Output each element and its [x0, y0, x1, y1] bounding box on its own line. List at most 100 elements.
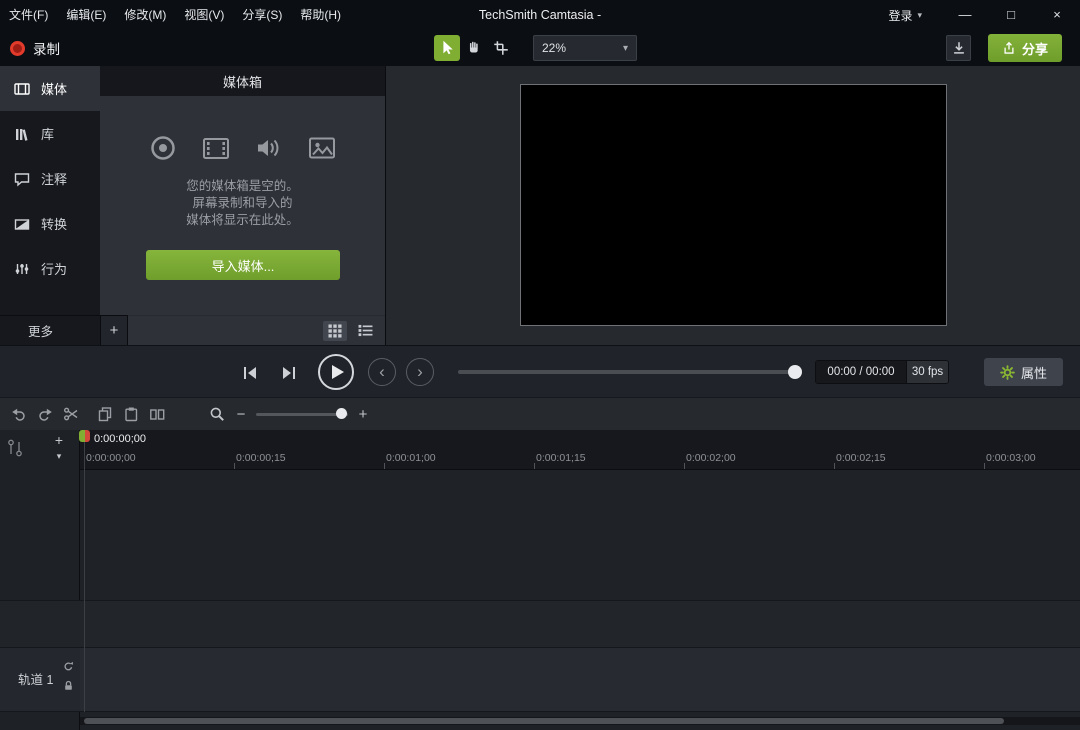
film-strip-icon [201, 133, 231, 163]
track-header-spacer [0, 600, 80, 647]
paste-button[interactable] [118, 401, 144, 427]
pan-tool-button[interactable] [461, 35, 487, 61]
ruler-tick [534, 463, 535, 469]
share-icon [1002, 41, 1016, 55]
download-button[interactable] [946, 35, 971, 61]
media-icon [13, 80, 31, 98]
import-media-button[interactable]: 导入媒体... [146, 250, 340, 280]
record-label: 录制 [33, 38, 60, 58]
track-tools-icon[interactable] [6, 437, 24, 459]
sidebar-item-label: 转换 [41, 214, 67, 233]
timeline-tracks-area[interactable] [80, 470, 1080, 717]
record-button[interactable]: 录制 [10, 30, 60, 66]
undo-button[interactable] [6, 401, 32, 427]
playhead-out-marker[interactable] [85, 430, 90, 442]
track1-header[interactable]: 轨道 1 [0, 647, 80, 712]
ruler-tick [234, 463, 235, 469]
sidebar-more-button[interactable]: 更多 [0, 315, 100, 345]
track-loop-icon[interactable] [63, 661, 74, 672]
seek-slider-track[interactable] [458, 370, 800, 374]
track1-lane[interactable] [80, 647, 1080, 712]
sidebar-item-transitions[interactable]: 转换 [0, 201, 100, 246]
ruler-label: 0:00:02;15 [836, 452, 886, 464]
timeline-scrollbar[interactable] [80, 717, 1080, 725]
caret-down-icon: ▾ [917, 10, 922, 21]
playhead-time-label: 0:00:00;00 [94, 433, 146, 445]
annotation-icon [13, 170, 31, 188]
previous-frame-button[interactable] [238, 361, 262, 385]
add-track-button[interactable]: + [50, 432, 68, 449]
panel-bottom-strip: 更多 + [0, 315, 385, 345]
track1-label: 轨道 1 [18, 648, 53, 713]
cursor-tool-button[interactable] [434, 35, 460, 61]
timeline-zoom-track[interactable] [256, 413, 348, 416]
sidebar-item-library[interactable]: 库 [0, 111, 100, 156]
track-lane-empty[interactable] [80, 600, 1080, 647]
menu-share[interactable]: 分享(S) [233, 0, 291, 30]
sidebar-item-label: 行为 [41, 259, 67, 278]
share-label: 分享 [1022, 39, 1048, 58]
record-circle-icon [148, 133, 178, 163]
track-options-button[interactable]: ▾ [50, 449, 68, 463]
library-icon [13, 125, 31, 143]
next-frame-button[interactable] [277, 361, 301, 385]
gear-icon [1000, 365, 1015, 380]
sidebar-item-annotations[interactable]: 注释 [0, 156, 100, 201]
menu-view[interactable]: 视图(V) [175, 0, 233, 30]
ruler-label: 0:00:01;00 [386, 452, 436, 464]
copy-button[interactable] [92, 401, 118, 427]
previous-clip-button[interactable]: ‹ [368, 358, 396, 386]
properties-button[interactable]: 属性 [984, 358, 1063, 386]
zoom-level-select[interactable]: 22% ▾ [533, 35, 637, 61]
cut-button[interactable] [58, 401, 84, 427]
playhead-handle[interactable] [79, 430, 90, 442]
copy-icon [97, 406, 113, 422]
timeline-zoom-thumb[interactable] [336, 408, 347, 419]
menu-modify[interactable]: 修改(M) [115, 0, 175, 30]
signin-button[interactable]: 登录 ▾ [888, 7, 922, 24]
chevron-right-icon: › [417, 359, 423, 385]
main-toolbar: 录制 [0, 30, 1080, 66]
menu-help[interactable]: 帮助(H) [291, 0, 350, 30]
menu-file[interactable]: 文件(F) [0, 0, 57, 30]
seek-slider[interactable] [458, 368, 800, 376]
time-display-box: 00:00 / 00:00 30 fps [815, 360, 949, 384]
timeline-zoom-in-button[interactable]: + [352, 401, 374, 427]
menu-edit[interactable]: 编辑(E) [57, 0, 115, 30]
timeline-zoom-out-button[interactable]: − [230, 401, 252, 427]
seek-slider-thumb[interactable] [788, 365, 802, 379]
track-lock-icon[interactable] [63, 680, 74, 691]
ruler-tick [984, 463, 985, 469]
timeline-ruler[interactable]: 0:00:00;00 0:00:00;15 0:00:01;00 0:00:01… [80, 430, 1080, 470]
maximize-button[interactable]: □ [988, 0, 1034, 30]
ruler-label: 0:00:03;00 [986, 452, 1036, 464]
zoom-level-value: 22% [542, 41, 566, 55]
media-bin-empty-icons [100, 133, 385, 163]
timeline-zoom-button[interactable] [204, 401, 230, 427]
cursor-arrow-icon [438, 39, 456, 57]
next-clip-button[interactable]: › [406, 358, 434, 386]
timeline-scrollbar-handle[interactable] [84, 718, 1004, 724]
ruler-tick [384, 463, 385, 469]
grid-view-button[interactable] [323, 321, 347, 341]
sidebar: 媒体 库 注释 [0, 66, 100, 345]
redo-button[interactable] [32, 401, 58, 427]
empty-text-line: 屏幕录制和导入的 [100, 195, 385, 212]
play-button[interactable] [318, 354, 354, 390]
timeline-zoom-slider[interactable] [256, 409, 348, 419]
minimize-button[interactable]: — [942, 0, 988, 30]
crop-tool-button[interactable] [488, 35, 514, 61]
current-time-display: 00:00 / 00:00 [816, 361, 906, 383]
split-button[interactable] [144, 401, 170, 427]
share-button[interactable]: 分享 [988, 34, 1062, 62]
close-button[interactable]: × [1034, 0, 1080, 30]
behaviors-icon [13, 260, 31, 278]
sidebar-item-behaviors[interactable]: 行为 [0, 246, 100, 291]
ruler-label: 0:00:02;00 [686, 452, 736, 464]
track1-icons [63, 661, 74, 691]
add-panel-button[interactable]: + [100, 315, 128, 345]
sidebar-item-media[interactable]: 媒体 [0, 66, 100, 111]
titlebar-right: 登录 ▾ — □ × [888, 0, 1080, 30]
list-view-button[interactable] [353, 321, 377, 341]
media-bin-view-toggles [128, 315, 385, 345]
